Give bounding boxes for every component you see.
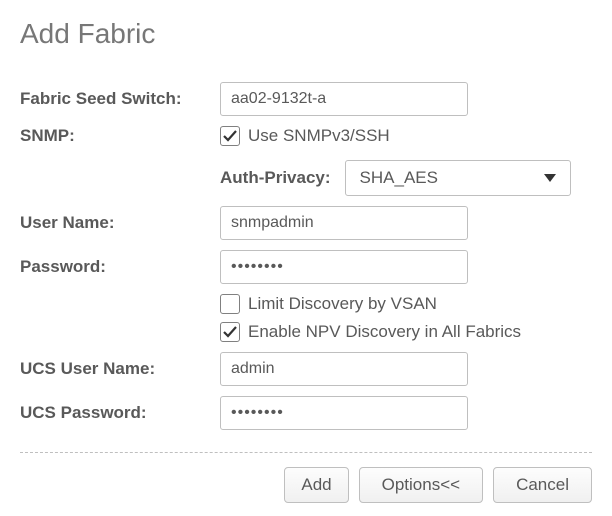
- limit-discovery-checkbox[interactable]: [220, 294, 240, 314]
- enable-npv-label: Enable NPV Discovery in All Fabrics: [248, 322, 521, 342]
- auth-privacy-value: SHA_AES: [360, 168, 438, 188]
- options-button[interactable]: Options<<: [359, 467, 483, 503]
- ucs-user-name-label: UCS User Name:: [20, 359, 220, 379]
- use-snmp-label: Use SNMPv3/SSH: [248, 126, 390, 146]
- add-button[interactable]: Add: [284, 467, 348, 503]
- auth-privacy-label: Auth-Privacy:: [220, 168, 331, 188]
- fabric-seed-switch-input[interactable]: [220, 82, 468, 116]
- ucs-password-label: UCS Password:: [20, 403, 220, 423]
- cancel-button[interactable]: Cancel: [493, 467, 592, 503]
- password-label: Password:: [20, 257, 220, 277]
- fabric-seed-switch-label: Fabric Seed Switch:: [20, 89, 220, 109]
- ucs-user-name-input[interactable]: [220, 352, 468, 386]
- use-snmp-checkbox[interactable]: [220, 126, 240, 146]
- ucs-password-input[interactable]: [220, 396, 468, 430]
- snmp-label: SNMP:: [20, 126, 220, 146]
- add-fabric-form: Fabric Seed Switch: SNMP: Use SNMPv3/SSH…: [20, 82, 592, 467]
- divider: [20, 452, 592, 453]
- action-bar: Add Options<< Cancel: [20, 467, 592, 503]
- chevron-down-icon: [544, 174, 556, 182]
- page-title: Add Fabric: [20, 18, 592, 50]
- limit-discovery-label: Limit Discovery by VSAN: [248, 294, 437, 314]
- user-name-label: User Name:: [20, 213, 220, 233]
- user-name-input[interactable]: [220, 206, 468, 240]
- enable-npv-checkbox[interactable]: [220, 322, 240, 342]
- check-icon: [222, 128, 238, 144]
- auth-privacy-select[interactable]: SHA_AES: [345, 160, 571, 196]
- password-input[interactable]: [220, 250, 468, 284]
- check-icon: [222, 324, 238, 340]
